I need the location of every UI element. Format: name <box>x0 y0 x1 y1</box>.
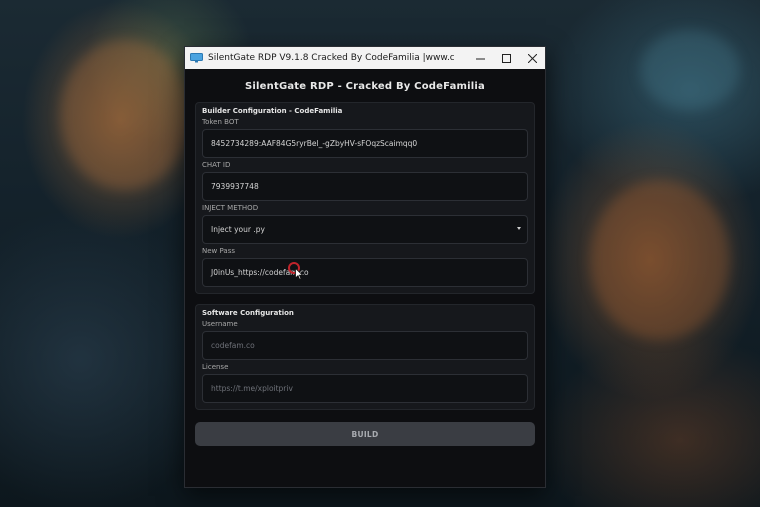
maximize-button[interactable] <box>493 47 519 69</box>
license-placeholder: https://t.me/xploitpriv <box>211 384 293 393</box>
username-placeholder: codefam.co <box>211 341 255 350</box>
username-label: Username <box>202 320 238 328</box>
inject-method-label: INJECT METHOD <box>202 204 259 212</box>
software-configuration-section: Software Configuration Username codefam.… <box>195 304 535 410</box>
build-button[interactable]: BUILD <box>195 422 535 446</box>
chat-id-input[interactable]: 7939937748 <box>202 172 528 201</box>
new-pass-label: New Pass <box>202 247 235 255</box>
inject-method-value: Inject your .py <box>211 225 265 234</box>
monitor-icon <box>190 53 203 63</box>
window-controls <box>467 47 545 69</box>
background-figure-right <box>590 180 730 340</box>
desktop-background: SilentGate RDP V9.1.8 Cracked By CodeFam… <box>0 0 760 507</box>
pointer-cursor-icon <box>295 268 303 280</box>
license-input[interactable]: https://t.me/xploitpriv <box>202 374 528 403</box>
new-pass-input[interactable]: J0inUs_https://codefam.co <box>202 258 528 287</box>
minimize-icon <box>475 58 485 59</box>
chat-id-label: CHAT ID <box>202 161 231 169</box>
token-label: Token BOT <box>202 118 239 126</box>
chat-id-value: 7939937748 <box>211 182 259 191</box>
app-heading: SilentGate RDP - Cracked By CodeFamilia <box>245 81 485 92</box>
username-input[interactable]: codefam.co <box>202 331 528 360</box>
window-content: SilentGate RDP - Cracked By CodeFamilia … <box>185 81 545 446</box>
background-figure-left <box>60 40 190 190</box>
title-bar[interactable]: SilentGate RDP V9.1.8 Cracked By CodeFam… <box>185 47 545 69</box>
builder-configuration-section: Builder Configuration - CodeFamilia Toke… <box>195 102 535 294</box>
window-title: SilentGate RDP V9.1.8 Cracked By CodeFam… <box>208 53 454 63</box>
builder-section-title: Builder Configuration - CodeFamilia <box>202 107 343 115</box>
app-window: SilentGate RDP V9.1.8 Cracked By CodeFam… <box>184 46 546 488</box>
background-light <box>640 30 740 110</box>
software-section-title: Software Configuration <box>202 309 294 317</box>
close-icon <box>527 53 537 63</box>
close-button[interactable] <box>519 47 545 69</box>
caret-down-icon <box>517 227 521 230</box>
token-value: 8452734289:AAF84G5ryrBel_-gZbyHV-sFOqzSc… <box>211 139 418 148</box>
minimize-button[interactable] <box>467 47 493 69</box>
token-input[interactable]: 8452734289:AAF84G5ryrBel_-gZbyHV-sFOqzSc… <box>202 129 528 158</box>
maximize-icon <box>501 53 511 63</box>
license-label: License <box>202 363 229 371</box>
inject-method-select[interactable]: Inject your .py <box>202 215 528 244</box>
